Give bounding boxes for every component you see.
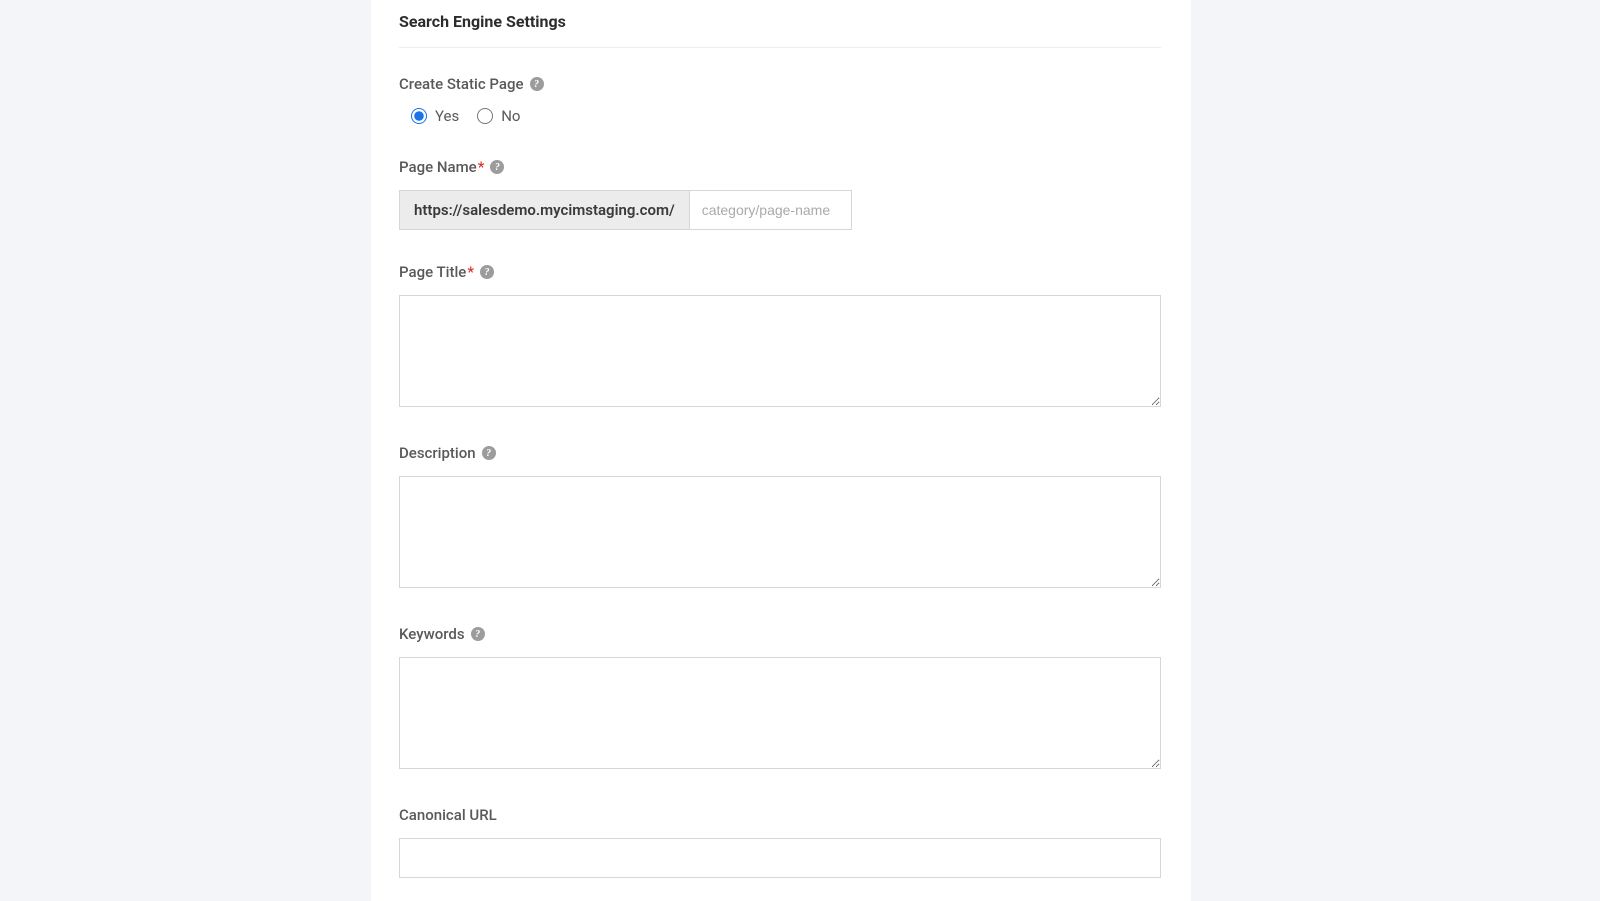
description-textarea[interactable] [399,476,1161,588]
page-name-prefix: https://salesdemo.mycimstaging.com/ [399,190,689,230]
label-text: Page Name [399,158,477,176]
help-icon[interactable]: ? [480,265,494,279]
create-static-page-no-radio[interactable] [477,108,493,124]
create-static-page-yes-radio[interactable] [411,108,427,124]
description-label: Description ? [399,444,496,462]
page-name-input-group: https://salesdemo.mycimstaging.com/ [399,190,852,230]
page-name-input[interactable] [689,190,852,230]
radio-label-no: No [501,107,520,125]
keywords-group: Keywords ? [399,624,1161,773]
section-title: Search Engine Settings [399,12,1161,48]
create-static-page-radios: Yes No [399,107,1161,125]
page-name-label: Page Name* ? [399,158,504,176]
help-icon[interactable]: ? [482,446,496,460]
label-text: Create Static Page [399,75,524,93]
help-icon[interactable]: ? [490,160,504,174]
settings-panel: Search Engine Settings Create Static Pag… [371,0,1191,901]
create-static-page-no-option[interactable]: No [477,107,520,125]
help-icon[interactable]: ? [530,77,544,91]
label-text: Canonical URL [399,806,497,824]
page-name-group: Page Name* ? https://salesdemo.mycimstag… [399,157,1161,230]
create-static-page-group: Create Static Page ? Yes No [399,74,1161,125]
keywords-label: Keywords ? [399,625,485,643]
help-icon[interactable]: ? [471,627,485,641]
radio-label-yes: Yes [435,107,459,125]
label-text: Description [399,444,476,462]
canonical-url-label: Canonical URL [399,806,497,824]
canonical-url-group: Canonical URL [399,805,1161,878]
keywords-textarea[interactable] [399,657,1161,769]
label-text: Keywords [399,625,465,643]
page-title-textarea[interactable] [399,295,1161,407]
page-title-group: Page Title* ? [399,262,1161,411]
create-static-page-label: Create Static Page ? [399,75,544,93]
page-title-label: Page Title* ? [399,263,494,281]
required-asterisk: * [478,158,485,176]
canonical-url-input[interactable] [399,838,1161,878]
create-static-page-yes-option[interactable]: Yes [411,107,459,125]
label-text: Page Title [399,263,466,281]
description-group: Description ? [399,443,1161,592]
required-asterisk: * [467,263,474,281]
